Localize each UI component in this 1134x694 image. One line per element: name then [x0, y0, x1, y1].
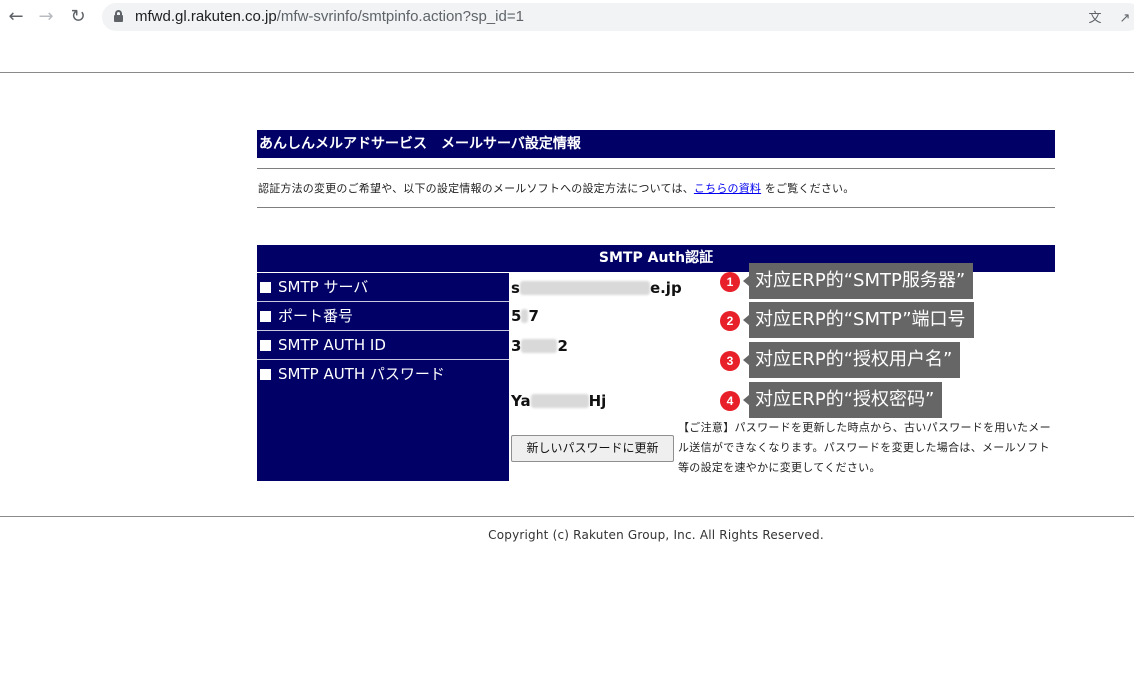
label-text: SMTP サーバ [278, 278, 369, 296]
browser-toolbar: ← → ↻ mfwd.gl.rakuten.co.jp/mfw-svrinfo/… [0, 0, 1134, 34]
annotation-number: 1 [720, 272, 740, 292]
label-text: ポート番号 [278, 307, 354, 325]
redacted-block [530, 394, 589, 408]
auth-password-value: Ya Hj [511, 392, 606, 410]
annotation-number: 2 [720, 311, 740, 331]
notice-bottom-rule [257, 207, 1055, 208]
url-text[interactable]: mfwd.gl.rakuten.co.jp/mfw-svrinfo/smtpin… [135, 8, 524, 25]
annotation-number: 3 [720, 351, 740, 371]
redacted-block [521, 339, 558, 353]
notice-top-rule [257, 168, 1055, 169]
square-bullet-icon [260, 369, 271, 380]
top-divider [0, 72, 1134, 73]
label-text: SMTP AUTH ID [278, 336, 386, 354]
label-text: SMTP AUTH パスワード [278, 365, 445, 383]
value-start: Ya [511, 392, 531, 410]
address-bar[interactable]: mfwd.gl.rakuten.co.jp/mfw-svrinfo/smtpin… [102, 3, 1134, 31]
page-title: あんしんメルアドサービス メールサーバ設定情報 [257, 130, 1055, 158]
value-start: 5 [511, 307, 522, 325]
back-arrow-icon[interactable]: ← [4, 5, 28, 29]
square-bullet-icon [260, 311, 271, 322]
label-smtp-server: SMTP サーバ [257, 273, 509, 302]
lock-icon[interactable] [114, 10, 123, 22]
forward-arrow-icon[interactable]: → [34, 5, 58, 29]
value-end: e.jp [649, 279, 682, 297]
smtp-label-column: SMTP サーバ ポート番号 SMTP AUTH ID SMTP AUTH パス… [257, 273, 509, 481]
annotation-label: 对应ERP的“SMTP”端口号 [743, 302, 974, 338]
square-bullet-icon [260, 340, 271, 351]
footer-divider [0, 516, 1134, 517]
redacted-block [521, 309, 529, 323]
redacted-block [519, 281, 650, 295]
share-icon[interactable]: ↗ [1117, 11, 1133, 27]
notice-before: 認証方法の変更のご希望や、以下の設定情報のメールソフトへの設定方法については、 [258, 182, 694, 195]
url-path: /mfw-svrinfo/smtpinfo.action?sp_id=1 [276, 8, 524, 25]
copyright-text: Copyright (c) Rakuten Group, Inc. All Ri… [488, 528, 824, 542]
label-port: ポート番号 [257, 302, 509, 331]
materials-link[interactable]: こちらの資料 [694, 182, 761, 195]
annotation-number: 4 [720, 391, 740, 411]
url-host: mfwd.gl.rakuten.co.jp [135, 8, 277, 25]
value-end: 7 [528, 307, 539, 325]
annotation-label: 对应ERP的“SMTP服务器” [742, 263, 974, 299]
auth-id-value: 32 [511, 337, 568, 355]
translate-icon[interactable]: 文 [1087, 11, 1103, 27]
reload-icon[interactable]: ↻ [66, 5, 90, 29]
notice-after: をご覧ください。 [761, 182, 855, 195]
annotation-label: 对应ERP的“授权密码” [742, 382, 943, 418]
value-start: 3 [511, 337, 522, 355]
value-start: s [511, 279, 520, 297]
value-end: Hj [588, 392, 607, 410]
port-value: 57 [511, 307, 539, 325]
notice-text: 認証方法の変更のご希望や、以下の設定情報のメールソフトへの設定方法については、こ… [258, 180, 854, 196]
update-password-button[interactable]: 新しいパスワードに更新 [511, 435, 674, 462]
annotation-label: 对应ERP的“授权用户名” [742, 342, 961, 378]
password-caution-text: 【ご注意】パスワードを更新した時点から、古いパスワードを用いたメール送信ができな… [678, 421, 1051, 474]
square-bullet-icon [260, 282, 271, 293]
smtp-server-value: s e.jp [511, 279, 682, 297]
value-end: 2 [557, 337, 568, 355]
label-auth-id: SMTP AUTH ID [257, 331, 509, 360]
label-auth-password: SMTP AUTH パスワード [257, 360, 509, 388]
